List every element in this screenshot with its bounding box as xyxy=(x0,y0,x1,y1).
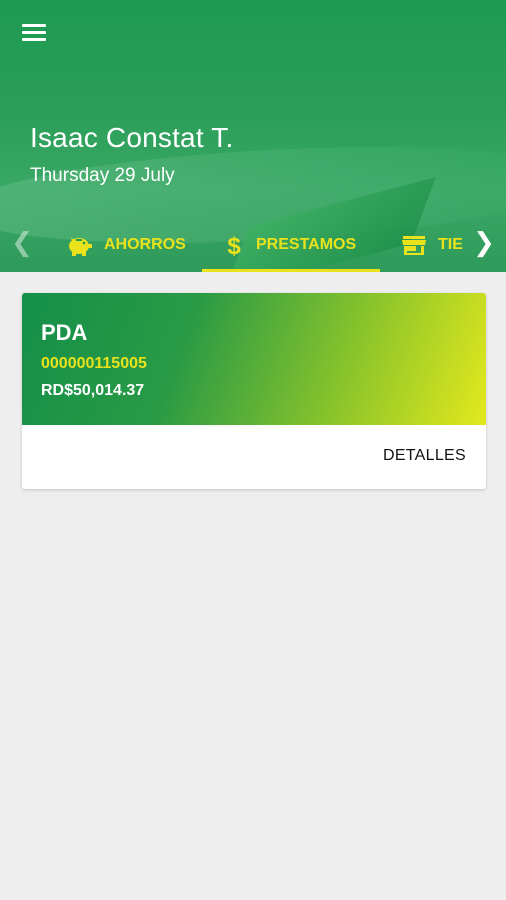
loan-card-header: PDA 000000115005 RD$50,014.37 xyxy=(22,293,486,425)
store-icon xyxy=(402,234,426,256)
loan-product-name: PDA xyxy=(41,320,88,345)
tab-ahorros-label: AHORROS xyxy=(104,236,186,253)
chevron-left-icon[interactable]: ❮ xyxy=(10,228,34,256)
loan-account-number: 000000115005 xyxy=(41,355,147,372)
current-date: Thursday 29 July xyxy=(30,165,175,186)
tab-tienda-label: TIE xyxy=(438,236,463,253)
tab-prestamos[interactable]: $ PRESTAMOS xyxy=(224,218,356,272)
tab-ahorros[interactable]: AHORROS xyxy=(66,218,186,272)
loan-card: PDA 000000115005 RD$50,014.37 DETALLES xyxy=(22,293,486,489)
active-tab-indicator xyxy=(202,269,380,272)
chevron-right-icon[interactable]: ❯ xyxy=(472,228,496,256)
loan-card-actions: DETALLES xyxy=(22,425,486,489)
hamburger-menu-icon[interactable] xyxy=(22,20,50,44)
header: Isaac Constat T. Thursday 29 July ❮ AHOR… xyxy=(0,0,506,272)
user-name: Isaac Constat T. xyxy=(30,122,234,153)
product-tabs: ❮ AHORROS $ PRESTAMOS TIE ❯ xyxy=(0,218,506,272)
svg-text:$: $ xyxy=(227,233,241,258)
dollar-icon: $ xyxy=(224,232,244,258)
details-button[interactable]: DETALLES xyxy=(383,447,466,465)
piggy-bank-icon xyxy=(66,234,92,256)
loan-balance: RD$50,014.37 xyxy=(41,382,145,399)
tab-tienda[interactable]: TIE xyxy=(402,218,463,272)
tab-prestamos-label: PRESTAMOS xyxy=(256,236,357,253)
